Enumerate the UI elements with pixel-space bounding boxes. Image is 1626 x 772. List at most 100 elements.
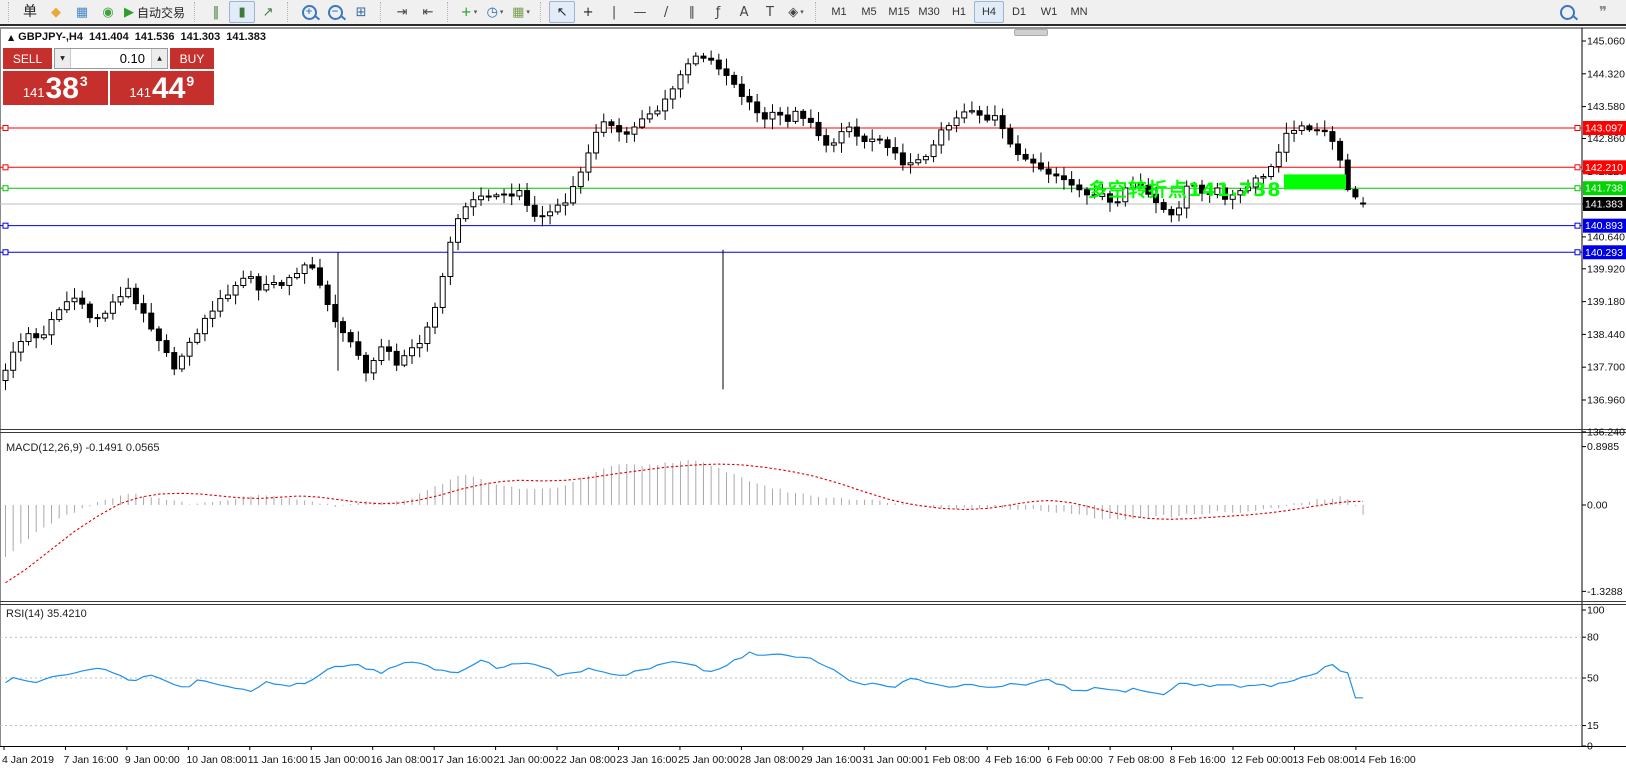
time-axis-label: 16 Jan 08:00 bbox=[371, 754, 432, 766]
candle-body bbox=[34, 334, 39, 338]
volume-increase-button[interactable]: ▲ bbox=[151, 49, 167, 68]
candle-body bbox=[548, 212, 553, 216]
candle-body bbox=[624, 132, 629, 134]
level-handle[interactable] bbox=[1575, 186, 1580, 191]
candle-body bbox=[793, 111, 798, 121]
candle-body bbox=[916, 160, 921, 163]
level-handle[interactable] bbox=[1575, 126, 1580, 131]
time-axis-label: 25 Jan 00:00 bbox=[678, 754, 739, 766]
level-handle[interactable] bbox=[3, 126, 8, 131]
candle-body bbox=[179, 356, 184, 369]
candle-body bbox=[747, 96, 752, 102]
buy-price-prefix: 141 bbox=[129, 85, 151, 100]
candle-body bbox=[394, 351, 399, 365]
candle-body bbox=[271, 283, 276, 285]
candle-body bbox=[716, 60, 721, 69]
level-handle[interactable] bbox=[1575, 223, 1580, 228]
chart-scrollbar-thumb[interactable] bbox=[1014, 29, 1048, 36]
price-tick-label: 136.240 bbox=[1587, 426, 1625, 438]
candle-body bbox=[1177, 208, 1182, 215]
candle-body bbox=[1315, 130, 1320, 131]
candle-body bbox=[908, 163, 913, 165]
candle-body bbox=[517, 191, 522, 196]
time-axis-label: 31 Jan 00:00 bbox=[862, 754, 923, 766]
candle-body bbox=[294, 274, 299, 278]
candle-body bbox=[877, 139, 882, 140]
candle-body bbox=[72, 298, 77, 302]
time-axis-label: 21 Jan 00:00 bbox=[494, 754, 555, 766]
candle-body bbox=[479, 196, 484, 200]
candle-body bbox=[586, 153, 591, 172]
time-axis-label: 12 Feb 00:00 bbox=[1231, 754, 1293, 766]
level-handle[interactable] bbox=[1575, 250, 1580, 255]
candle-body bbox=[1069, 180, 1074, 185]
level-handle[interactable] bbox=[3, 250, 8, 255]
candle-body bbox=[141, 304, 146, 314]
candle-body bbox=[693, 56, 698, 64]
candle-body bbox=[1054, 174, 1059, 176]
candle-body bbox=[709, 58, 714, 60]
candle-body bbox=[1299, 126, 1304, 131]
chart-canvas[interactable]: 145.060144.320143.580142.860142.120141.3… bbox=[0, 0, 1626, 772]
sell-price[interactable]: 141 38 3 bbox=[3, 71, 108, 105]
green-highlight-box[interactable] bbox=[1284, 174, 1346, 189]
candle-body bbox=[571, 187, 576, 203]
candle-body bbox=[333, 305, 338, 322]
level-handle[interactable] bbox=[1575, 165, 1580, 170]
buy-price-big: 44 bbox=[152, 75, 185, 104]
collapse-icon[interactable]: ▲ bbox=[8, 33, 14, 42]
candle-body bbox=[317, 268, 322, 285]
candle-body bbox=[371, 361, 376, 373]
level-handle[interactable] bbox=[3, 186, 8, 191]
chart-ohlc-header: ▲GBPJPY-,H4141.404141.536141.303141.383 bbox=[8, 31, 272, 43]
candle-body bbox=[325, 285, 330, 304]
candle-body bbox=[1322, 130, 1327, 131]
candle-body bbox=[356, 342, 361, 356]
candle-body bbox=[486, 196, 491, 197]
candle-body bbox=[156, 329, 161, 341]
sell-button[interactable]: SELL bbox=[3, 48, 52, 69]
candle-body bbox=[440, 276, 445, 307]
candle-body bbox=[854, 127, 859, 136]
ohlc-close: 141.383 bbox=[226, 31, 266, 43]
pivot-annotation[interactable]: 多空转折点141.738 bbox=[1088, 175, 1282, 202]
level-handle[interactable] bbox=[3, 223, 8, 228]
price-tick-label: 136.960 bbox=[1587, 394, 1625, 406]
buy-price[interactable]: 141 44 9 bbox=[110, 71, 215, 105]
candle-body bbox=[1361, 203, 1366, 204]
price-tick-label: 138.440 bbox=[1587, 329, 1625, 341]
volume-input[interactable] bbox=[71, 49, 151, 68]
candle-body bbox=[363, 355, 368, 373]
candle-body bbox=[195, 334, 200, 343]
candle-body bbox=[992, 116, 997, 120]
volume-decrease-button[interactable]: ▼ bbox=[55, 49, 71, 68]
volume-spinner: ▼ ▲ bbox=[54, 48, 168, 69]
buy-button[interactable]: BUY bbox=[170, 48, 214, 69]
candle-body bbox=[1292, 131, 1297, 134]
candle-body bbox=[126, 288, 131, 296]
candle-body bbox=[110, 302, 115, 313]
candle-body bbox=[977, 111, 982, 115]
rsi-axis-label: 80 bbox=[1587, 632, 1599, 644]
one-click-trading-panel: SELL ▼ ▲ BUY 141 38 3 141 44 9 bbox=[3, 48, 214, 105]
candle-body bbox=[640, 119, 645, 127]
candle-body bbox=[133, 288, 138, 303]
candle-body bbox=[64, 302, 69, 310]
candle-body bbox=[1169, 209, 1174, 214]
macd-axis-label: 0.8985 bbox=[1587, 441, 1619, 453]
candle-body bbox=[1061, 176, 1066, 180]
macd-axis-label: -1.3288 bbox=[1587, 586, 1623, 598]
time-axis-label: 1 Feb 08:00 bbox=[924, 754, 980, 766]
sell-price-big: 38 bbox=[46, 75, 79, 104]
trading-terminal-window: 单◆▦◉▶自动交易‖▮↗+−⊞⇥⇤+▾◷▾▦▾↖+|—/∥ƒAT◈▾M1M5M1… bbox=[0, 0, 1626, 772]
rsi-axis-label: 100 bbox=[1587, 605, 1605, 617]
candle-body bbox=[41, 335, 46, 338]
candle-body bbox=[1161, 203, 1166, 210]
candle-body bbox=[417, 344, 422, 348]
candle-body bbox=[525, 191, 530, 206]
candle-body bbox=[785, 115, 790, 121]
candle-body bbox=[962, 112, 967, 118]
candle-body bbox=[87, 304, 92, 317]
level-handle[interactable] bbox=[3, 165, 8, 170]
candle-body bbox=[287, 278, 292, 286]
